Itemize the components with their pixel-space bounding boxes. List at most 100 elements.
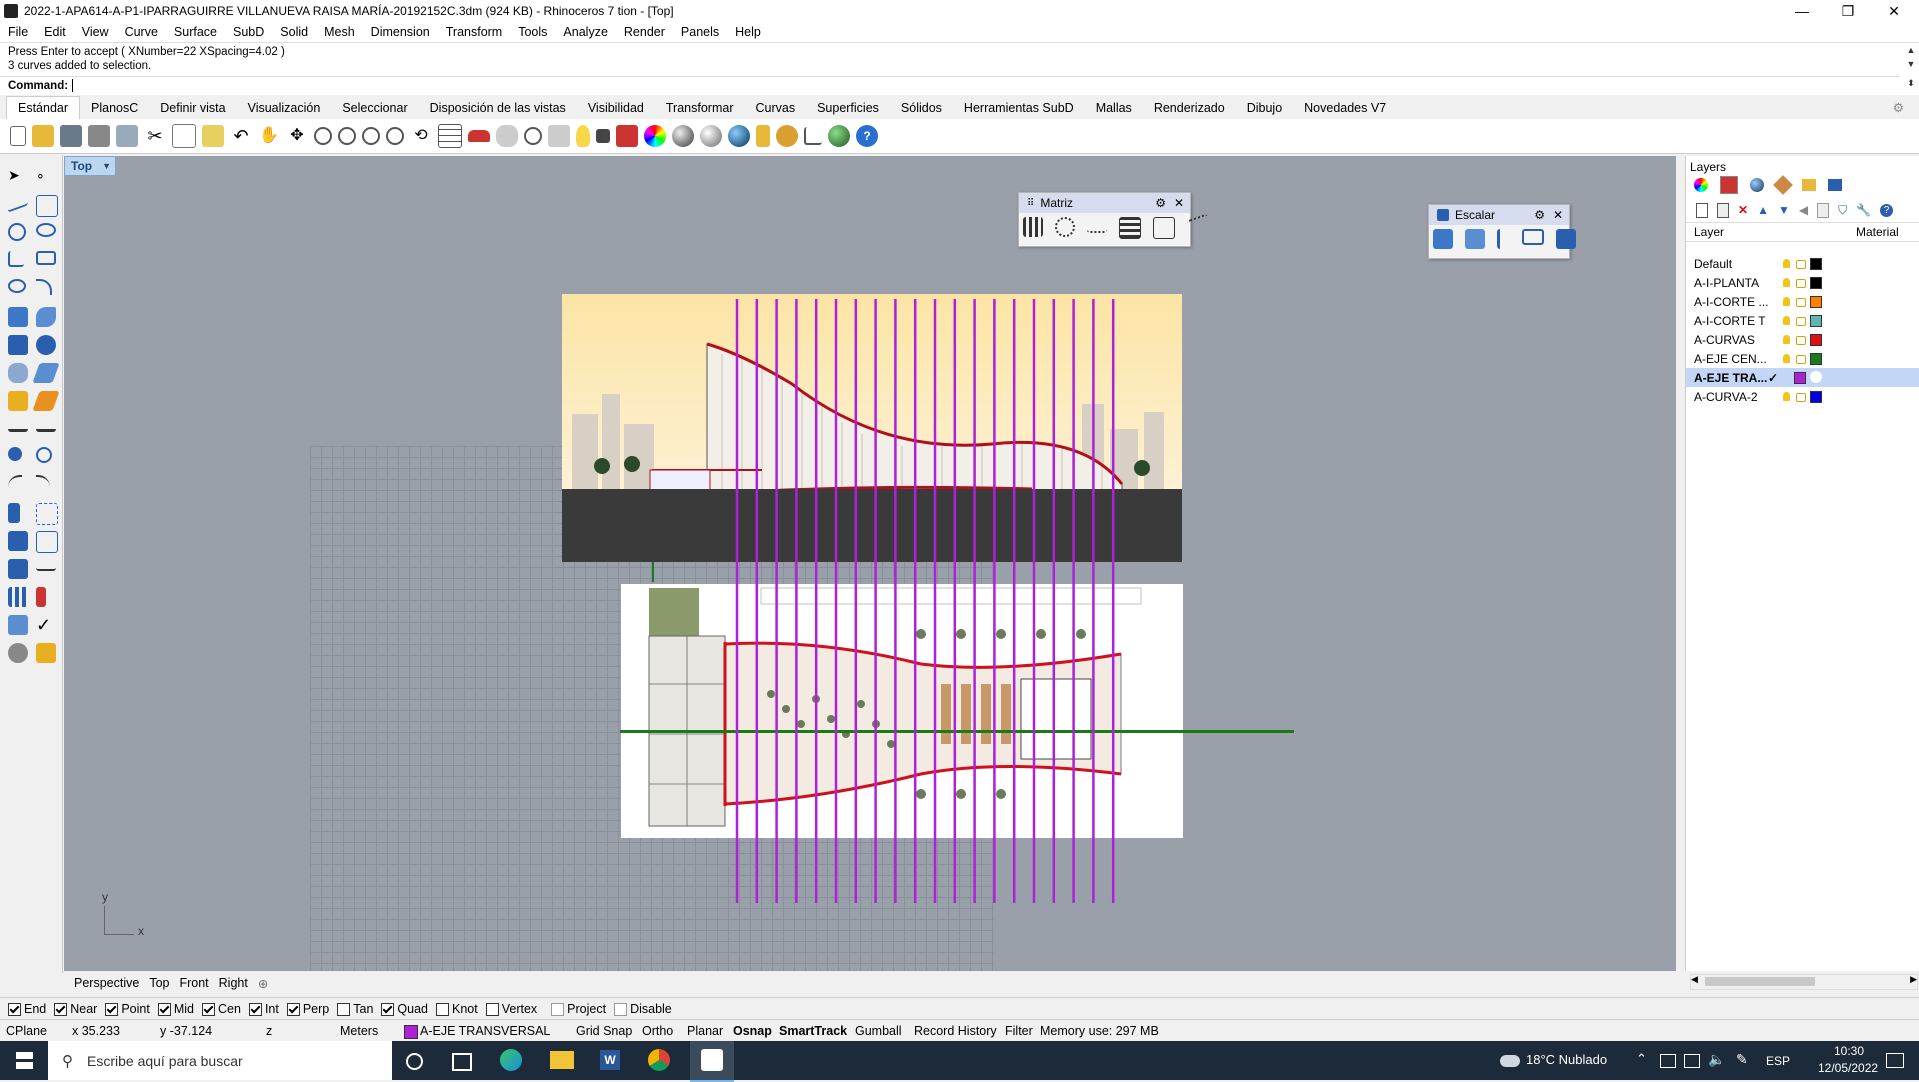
polyline-icon[interactable] — [8, 191, 28, 213]
scale-3d-icon[interactable] — [1433, 229, 1453, 249]
layer-unlock-icon[interactable] — [1796, 393, 1806, 402]
menu-file[interactable]: File — [0, 25, 36, 39]
box-icon[interactable] — [8, 335, 28, 355]
rectangle-icon[interactable] — [36, 251, 56, 265]
polygon-icon[interactable] — [8, 251, 24, 267]
lightbulb-icon[interactable] — [576, 125, 590, 147]
layer-color-swatch[interactable] — [1810, 391, 1822, 403]
file-explorer-icon[interactable] — [550, 1051, 574, 1069]
materials-tab-icon[interactable] — [1773, 175, 1793, 195]
fillet-curve-icon[interactable] — [36, 279, 52, 295]
rotate-view-icon[interactable]: ⟲ — [410, 125, 432, 147]
cplane-icon[interactable] — [524, 127, 542, 145]
checkbox-icon[interactable] — [248, 1002, 262, 1016]
weather-icon[interactable] — [1500, 1055, 1520, 1067]
osnap-point[interactable]: Point — [105, 1002, 150, 1016]
layer-visible-bulb-icon[interactable] — [1783, 259, 1790, 268]
history-scroll-down-icon[interactable]: ▼ — [1905, 59, 1917, 69]
blend-icon[interactable] — [8, 475, 22, 491]
volume-icon[interactable]: 🔈 — [1708, 1051, 1725, 1068]
settings-gear-icon[interactable]: ⚙ — [1882, 96, 1915, 119]
layer-unlock-icon[interactable] — [1796, 298, 1806, 307]
rectangular-array-icon[interactable] — [1023, 217, 1043, 237]
smarttrack-toggle[interactable]: SmartTrack — [779, 1024, 847, 1038]
layer-icon[interactable] — [616, 125, 638, 147]
layer-name[interactable]: Default — [1694, 257, 1732, 271]
circle-icon[interactable] — [8, 223, 26, 241]
layer-color-swatch[interactable] — [1794, 372, 1806, 384]
non-uniform-scale-icon[interactable] — [1522, 229, 1544, 245]
help-icon[interactable]: ? — [1880, 203, 1894, 217]
properties-tab-icon[interactable] — [1694, 178, 1708, 192]
scale-1d-icon[interactable] — [1497, 229, 1510, 249]
layer-row[interactable]: Default — [1686, 254, 1919, 273]
array-icon[interactable] — [8, 587, 28, 607]
gumball-toggle[interactable]: Gumball — [855, 1024, 902, 1038]
render-tab-icon[interactable] — [1750, 178, 1764, 192]
split-icon[interactable] — [32, 391, 60, 411]
menu-surface[interactable]: Surface — [166, 25, 225, 39]
escalar-panel-header[interactable]: Escalar ⚙ ✕ — [1429, 205, 1569, 225]
layer-unlock-icon[interactable] — [1796, 336, 1806, 345]
rhino-taskbar-button[interactable] — [690, 1041, 734, 1082]
checkbox-icon[interactable] — [157, 1002, 171, 1016]
tab-definir-vista[interactable]: Definir vista — [149, 97, 236, 119]
network-icon[interactable] — [1684, 1054, 1700, 1068]
arc-icon[interactable] — [8, 279, 26, 293]
layer-color-swatch[interactable] — [1810, 315, 1822, 327]
layer-visible-bulb-icon[interactable] — [1783, 297, 1790, 306]
windows-start-icon[interactable] — [16, 1052, 33, 1069]
lock-icon[interactable] — [596, 129, 610, 143]
layer-row[interactable]: A-CURVA-2 — [1686, 387, 1919, 406]
color-wheel-icon[interactable] — [644, 125, 666, 147]
scale-by-plane-icon[interactable] — [1556, 229, 1576, 249]
menu-dimension[interactable]: Dimension — [363, 25, 438, 39]
cortana-circle-icon[interactable] — [406, 1053, 423, 1070]
layer-color-swatch[interactable] — [1810, 258, 1822, 270]
osnap-near[interactable]: Near — [54, 1002, 97, 1016]
move-layer-down-icon[interactable]: ▼ — [1778, 203, 1790, 217]
checkbox-icon[interactable] — [551, 1002, 565, 1016]
analyze-icon[interactable] — [8, 615, 28, 635]
menu-tools[interactable]: Tools — [510, 25, 555, 39]
menu-edit[interactable]: Edit — [36, 25, 74, 39]
osnap-tan[interactable]: Tan — [337, 1002, 373, 1016]
tab-disposicion[interactable]: Disposición de las vistas — [419, 97, 577, 119]
layer-unlock-icon[interactable] — [1796, 317, 1806, 326]
command-scroll-icon[interactable]: ⬍ — [1905, 78, 1917, 89]
options-gear-icon[interactable] — [776, 125, 798, 147]
align-icon[interactable] — [36, 587, 46, 607]
osnap-mid[interactable]: Mid — [157, 1002, 194, 1016]
export-icon[interactable] — [116, 125, 138, 147]
select-arrow-icon[interactable]: ➤ — [8, 167, 28, 187]
checkbox-icon[interactable] — [381, 1002, 395, 1016]
checkbox-icon[interactable] — [8, 1002, 21, 1016]
layer-visible-bulb-icon[interactable] — [1783, 316, 1790, 325]
menu-panels[interactable]: Panels — [673, 25, 727, 39]
layer-row[interactable]: A-EJE TRA... ✓ — [1686, 368, 1919, 387]
drone-icon[interactable] — [496, 125, 518, 147]
extend-icon[interactable] — [36, 475, 50, 491]
offset-icon[interactable] — [36, 447, 52, 463]
tab-visibilidad[interactable]: Visibilidad — [577, 97, 655, 119]
new-layer-icon[interactable] — [1696, 202, 1708, 218]
tab-perspective[interactable]: Perspective — [74, 976, 139, 990]
osnap-cen[interactable]: Cen — [202, 1002, 241, 1016]
tab-novedades-v7[interactable]: Novedades V7 — [1293, 97, 1397, 119]
command-input[interactable] — [72, 79, 75, 92]
osnap-project[interactable]: Project — [551, 1002, 606, 1016]
mirror-icon[interactable] — [36, 531, 58, 553]
panel-gear-icon[interactable]: ⚙ — [1534, 208, 1545, 222]
pen-icon[interactable]: ✎ — [1736, 1051, 1748, 1068]
word-icon[interactable]: W — [600, 1050, 620, 1070]
new-file-icon[interactable] — [10, 126, 26, 146]
tray-chevron-icon[interactable]: ⌃ — [1636, 1051, 1647, 1067]
tab-top[interactable]: Top — [149, 976, 169, 990]
units-label[interactable]: Meters — [340, 1024, 378, 1038]
tab-front[interactable]: Front — [179, 976, 208, 990]
point-icon[interactable]: ∘ — [36, 167, 56, 187]
layer-name[interactable]: A-EJE TRA... — [1694, 371, 1767, 385]
open-folder-icon[interactable] — [32, 125, 54, 147]
menu-mesh[interactable]: Mesh — [316, 25, 363, 39]
minimize-button[interactable]: — — [1779, 0, 1825, 22]
